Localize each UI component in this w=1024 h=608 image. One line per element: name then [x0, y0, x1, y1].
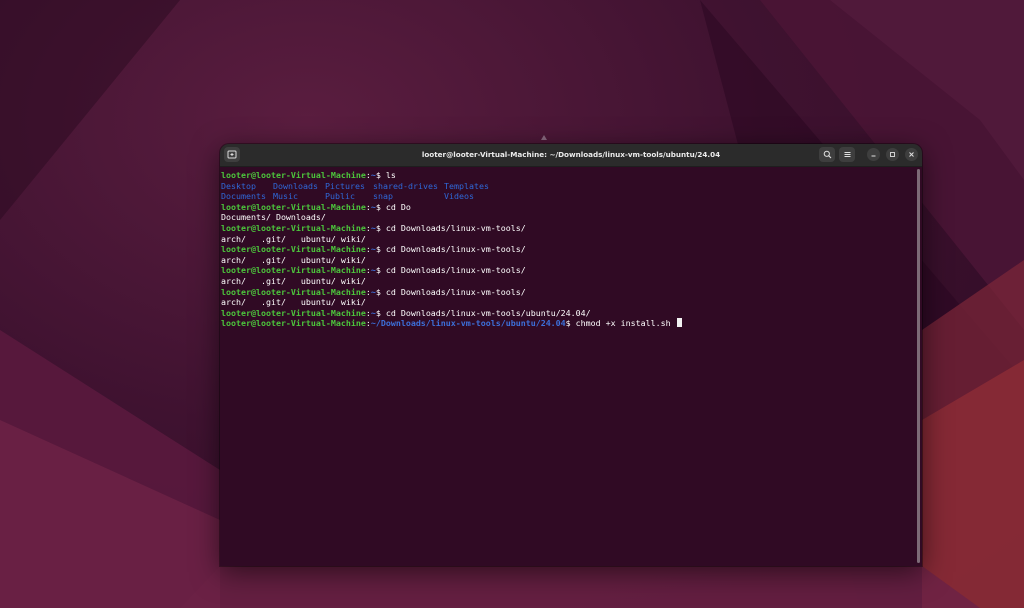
terminal-line: arch/ .git/ ubuntu/ wiki/ — [221, 234, 922, 245]
ls-entry: snap — [373, 191, 444, 202]
minimize-icon — [870, 151, 877, 158]
window-titlebar[interactable]: looter@looter-Virtual-Machine: ~/Downloa… — [220, 144, 922, 167]
command-text: cd Downloads/linux-vm-tools/ — [381, 244, 526, 254]
new-tab-icon — [227, 150, 237, 159]
terminal-line: looter@looter-Virtual-Machine:~/Download… — [221, 318, 922, 329]
terminal-line: looter@looter-Virtual-Machine:~$ cd Do — [221, 202, 922, 213]
prompt-user-host: looter@looter-Virtual-Machine — [221, 308, 366, 318]
command-text: ls — [381, 170, 396, 180]
command-text: chmod +x install.sh — [571, 318, 676, 328]
close-button[interactable] — [905, 148, 918, 161]
ls-entry: Downloads — [273, 181, 325, 192]
ls-entry: Videos — [444, 191, 474, 201]
terminal-line: looter@looter-Virtual-Machine:~$ cd Down… — [221, 308, 922, 319]
terminal-line: DocumentsMusicPublicsnapVideos — [221, 191, 922, 202]
prompt-path: ~/Downloads/linux-vm-tools/ubuntu/24.04 — [371, 318, 566, 328]
terminal-line: DesktopDownloadsPicturesshared-drivesTem… — [221, 181, 922, 192]
maximize-button[interactable] — [886, 148, 899, 161]
terminal-line: looter@looter-Virtual-Machine:~$ cd Down… — [221, 244, 922, 255]
prompt-user-host: looter@looter-Virtual-Machine — [221, 170, 366, 180]
prompt-user-host: looter@looter-Virtual-Machine — [221, 202, 366, 212]
minimize-button[interactable] — [867, 148, 880, 161]
terminal-line: arch/ .git/ ubuntu/ wiki/ — [221, 276, 922, 287]
command-text: cd Do — [381, 202, 411, 212]
prompt-user-host: looter@looter-Virtual-Machine — [221, 244, 366, 254]
terminal-output[interactable]: looter@looter-Virtual-Machine:~$ ls Desk… — [220, 167, 922, 566]
command-text: cd Downloads/linux-vm-tools/ubuntu/24.04… — [381, 308, 591, 318]
terminal-line: looter@looter-Virtual-Machine:~$ cd Down… — [221, 223, 922, 234]
search-icon — [823, 150, 832, 159]
hamburger-menu-icon — [843, 150, 852, 159]
terminal-line: Documents/ Downloads/ — [221, 212, 922, 223]
terminal-line: looter@looter-Virtual-Machine:~$ cd Down… — [221, 287, 922, 298]
ls-entry: Templates — [444, 181, 489, 191]
ls-entry: Desktop — [221, 181, 273, 192]
ls-entry: Music — [273, 191, 325, 202]
prompt-user-host: looter@looter-Virtual-Machine — [221, 223, 366, 233]
command-text: cd Downloads/linux-vm-tools/ — [381, 287, 526, 297]
maximize-icon — [889, 151, 896, 158]
text-cursor — [677, 318, 682, 327]
ls-entry: shared-drives — [373, 181, 444, 192]
scrollbar[interactable] — [917, 169, 920, 563]
terminal-line: arch/ .git/ ubuntu/ wiki/ — [221, 255, 922, 266]
command-text: cd Downloads/linux-vm-tools/ — [381, 265, 526, 275]
menu-button[interactable] — [839, 147, 855, 162]
terminal-line: looter@looter-Virtual-Machine:~$ ls — [221, 170, 922, 181]
desktop-background: looter@looter-Virtual-Machine: ~/Downloa… — [0, 0, 1024, 608]
prompt-user-host: looter@looter-Virtual-Machine — [221, 287, 366, 297]
close-icon — [908, 151, 915, 158]
prompt-user-host: looter@looter-Virtual-Machine — [221, 318, 366, 328]
ls-entry: Pictures — [325, 181, 373, 192]
ls-entry: Public — [325, 191, 373, 202]
terminal-window: looter@looter-Virtual-Machine: ~/Downloa… — [220, 144, 922, 566]
ls-entry: Documents — [221, 191, 273, 202]
prompt-user-host: looter@looter-Virtual-Machine — [221, 265, 366, 275]
window-title: looter@looter-Virtual-Machine: ~/Downloa… — [220, 144, 922, 166]
command-text: cd Downloads/linux-vm-tools/ — [381, 223, 526, 233]
terminal-line: arch/ .git/ ubuntu/ wiki/ — [221, 297, 922, 308]
new-tab-button[interactable] — [224, 147, 240, 162]
panel-indicator-icon — [540, 134, 548, 142]
search-button[interactable] — [819, 147, 835, 162]
terminal-line: looter@looter-Virtual-Machine:~$ cd Down… — [221, 265, 922, 276]
